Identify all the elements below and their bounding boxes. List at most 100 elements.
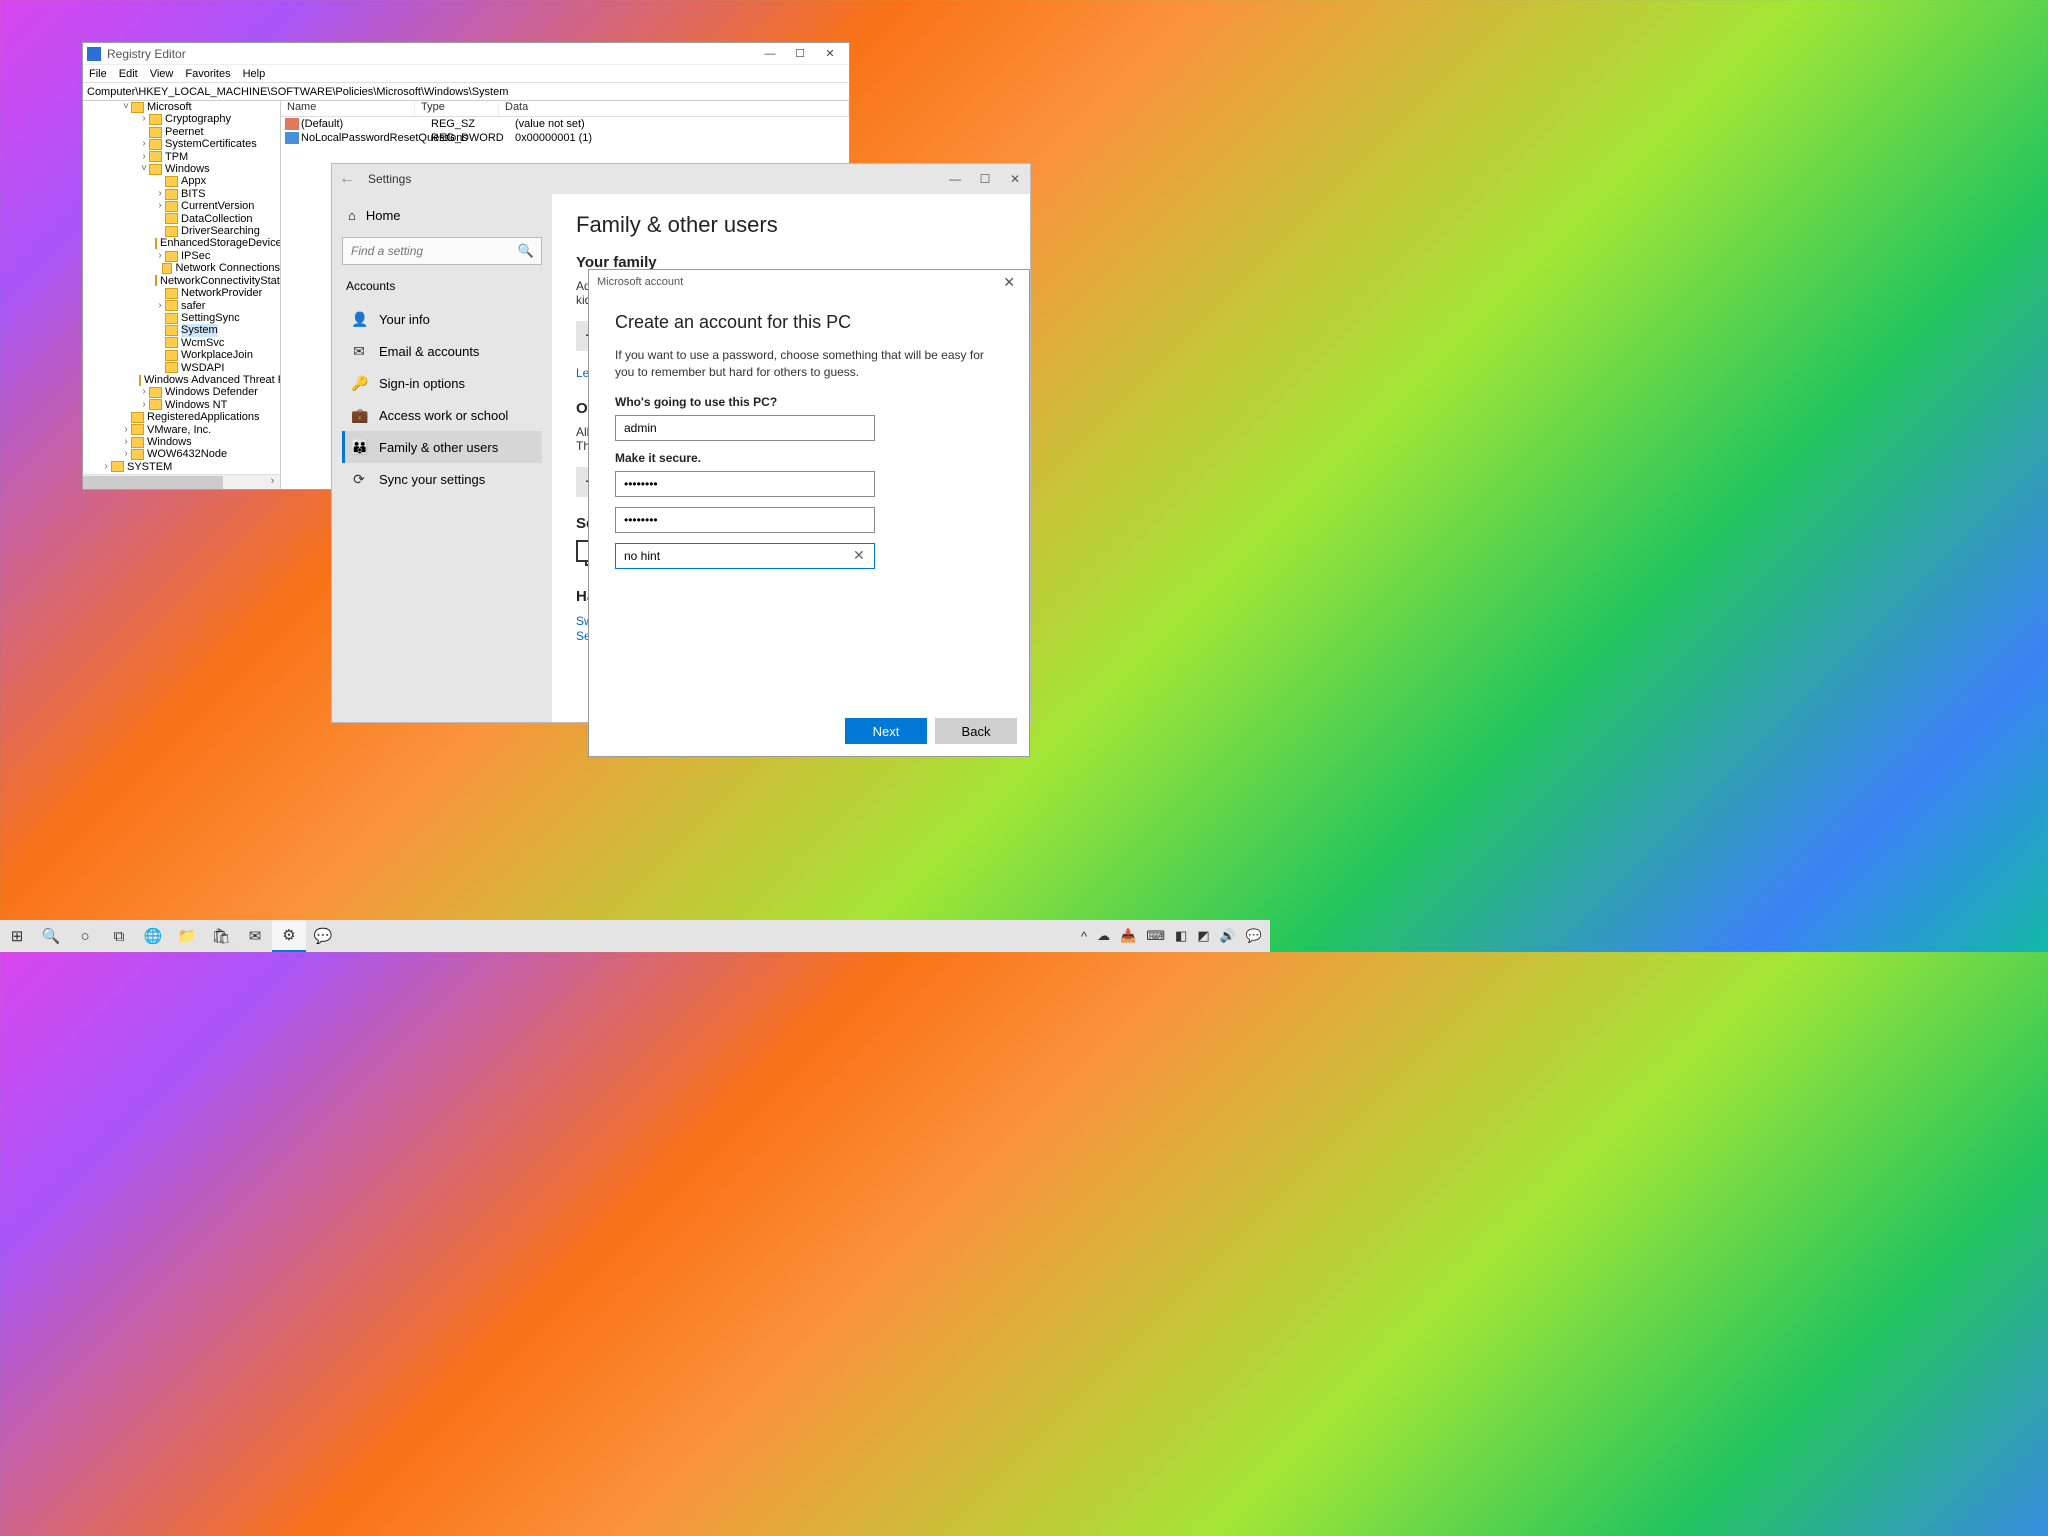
expand-icon[interactable] [101,461,111,473]
tray-icon[interactable]: 💬 [1246,928,1262,944]
sidebar-item[interactable]: 💼Access work or school [342,399,542,431]
taskbar-button[interactable]: 💬 [306,920,340,952]
tray-icon[interactable]: ^ [1081,929,1087,944]
taskbar-button[interactable]: ⚙ [272,920,306,952]
expand-icon[interactable] [121,436,131,448]
expand-icon[interactable] [139,138,149,150]
expand-icon[interactable] [121,101,131,113]
tree-item[interactable]: NetworkConnectivityStatusIndic [83,275,280,287]
expand-icon[interactable] [139,399,149,411]
back-button[interactable]: Back [935,718,1017,744]
tree-item[interactable]: Windows Advanced Threat Protec [83,374,280,386]
tree-item[interactable]: SystemCertificates [83,138,280,150]
menu-favorites[interactable]: Favorites [185,68,230,80]
expand-icon[interactable] [155,188,165,200]
taskbar-button[interactable]: 📁 [170,920,204,952]
expand-icon[interactable] [155,200,165,212]
expand-icon[interactable] [139,386,149,398]
scrollbar-right-button[interactable]: › [265,475,280,489]
tree-item[interactable]: NetworkProvider [83,287,280,299]
regedit-titlebar[interactable]: Registry Editor — ☐ ✕ [83,43,849,65]
tree-item[interactable]: WSDAPI [83,362,280,374]
tree-item[interactable]: IPSec [83,250,280,262]
tree-item[interactable]: Cryptography [83,113,280,125]
minimize-button[interactable]: — [940,166,970,192]
tree-item[interactable]: RegisteredApplications [83,411,280,423]
password-input[interactable] [615,471,875,497]
tree-item[interactable]: Network Connections [83,262,280,274]
regedit-tree[interactable]: MicrosoftCryptographyPeernetSystemCertif… [83,101,281,489]
tray-icon[interactable]: ◧ [1175,928,1187,944]
tree-item[interactable]: BITS [83,188,280,200]
search-input[interactable] [342,237,542,265]
next-button[interactable]: Next [845,718,927,744]
expand-icon[interactable] [155,300,165,312]
settings-titlebar[interactable]: ← Settings — ☐ ✕ [332,164,1030,194]
tree-item[interactable]: VMware, Inc. [83,424,280,436]
column-name[interactable]: Name [281,101,415,116]
tree-item[interactable]: Windows NT [83,399,280,411]
expand-icon[interactable] [139,151,149,163]
tree-item[interactable]: TPM [83,151,280,163]
password-hint-input[interactable] [615,543,875,569]
menu-help[interactable]: Help [243,68,266,80]
tree-horizontal-scrollbar[interactable]: › [83,474,280,489]
settings-search[interactable]: 🔍 [342,237,542,265]
registry-value-row[interactable]: NoLocalPasswordResetQuestions REG_DWORD … [281,131,849,145]
tray-icon[interactable]: ⌨ [1146,928,1165,944]
clear-icon[interactable]: ✕ [853,547,865,564]
expand-icon[interactable] [121,424,131,436]
menu-file[interactable]: File [89,68,107,80]
maximize-button[interactable]: ☐ [970,166,1000,192]
minimize-button[interactable]: — [755,44,785,64]
tree-item[interactable]: CurrentVersion [83,200,280,212]
tree-item[interactable]: WorkplaceJoin [83,349,280,361]
menu-view[interactable]: View [150,68,174,80]
taskbar-button[interactable]: ○ [68,920,102,952]
sidebar-item[interactable]: ✉Email & accounts [342,335,542,367]
sidebar-item[interactable]: 🔑Sign-in options [342,367,542,399]
tree-item[interactable]: SYSTEM [83,461,280,473]
tree-item[interactable]: WOW6432Node [83,448,280,460]
username-input[interactable] [615,415,875,441]
column-data[interactable]: Data [499,101,849,116]
tree-item[interactable]: Peernet [83,126,280,138]
expand-icon[interactable] [121,448,131,460]
expand-icon[interactable] [139,113,149,125]
tray-icon[interactable]: 📥 [1120,928,1136,944]
close-button[interactable]: ✕ [815,44,845,64]
tree-item[interactable]: DataCollection [83,213,280,225]
menu-edit[interactable]: Edit [119,68,138,80]
taskbar-button[interactable]: 🛍 [204,920,238,952]
tree-item[interactable]: Appx [83,175,280,187]
tray-icon[interactable]: ◩ [1197,928,1209,944]
tree-item[interactable]: EnhancedStorageDevices [83,237,280,249]
tray-icon[interactable]: 🔊 [1220,928,1236,944]
taskbar-button[interactable]: 🔍 [34,920,68,952]
regedit-addressbar[interactable]: Computer\HKEY_LOCAL_MACHINE\SOFTWARE\Pol… [83,83,849,101]
taskbar-button[interactable]: ⊞ [0,920,34,952]
sidebar-item[interactable]: 👤Your info [342,303,542,335]
tree-item[interactable]: Windows [83,163,280,175]
sidebar-item[interactable]: ⟳Sync your settings [342,463,542,495]
taskbar-button[interactable]: 🌐 [136,920,170,952]
tree-item[interactable]: DriverSearching [83,225,280,237]
close-button[interactable]: ✕ [997,274,1021,291]
tree-item[interactable]: Microsoft [83,101,280,113]
taskbar-button[interactable]: ✉ [238,920,272,952]
maximize-button[interactable]: ☐ [785,44,815,64]
scrollbar-thumb[interactable] [83,476,223,489]
tree-item[interactable]: WcmSvc [83,337,280,349]
sidebar-home[interactable]: ⌂ Home [342,202,542,229]
tree-item[interactable]: System [83,324,280,336]
tree-item[interactable]: safer [83,300,280,312]
taskbar-button[interactable]: ⧉ [102,920,136,952]
confirm-password-input[interactable] [615,507,875,533]
registry-value-row[interactable]: (Default) REG_SZ (value not set) [281,117,849,131]
expand-icon[interactable] [139,163,149,175]
column-type[interactable]: Type [415,101,499,116]
back-button[interactable]: ← [332,170,362,188]
tree-item[interactable]: Windows Defender [83,386,280,398]
sidebar-item[interactable]: 👪Family & other users [342,431,542,463]
close-button[interactable]: ✕ [1000,166,1030,192]
